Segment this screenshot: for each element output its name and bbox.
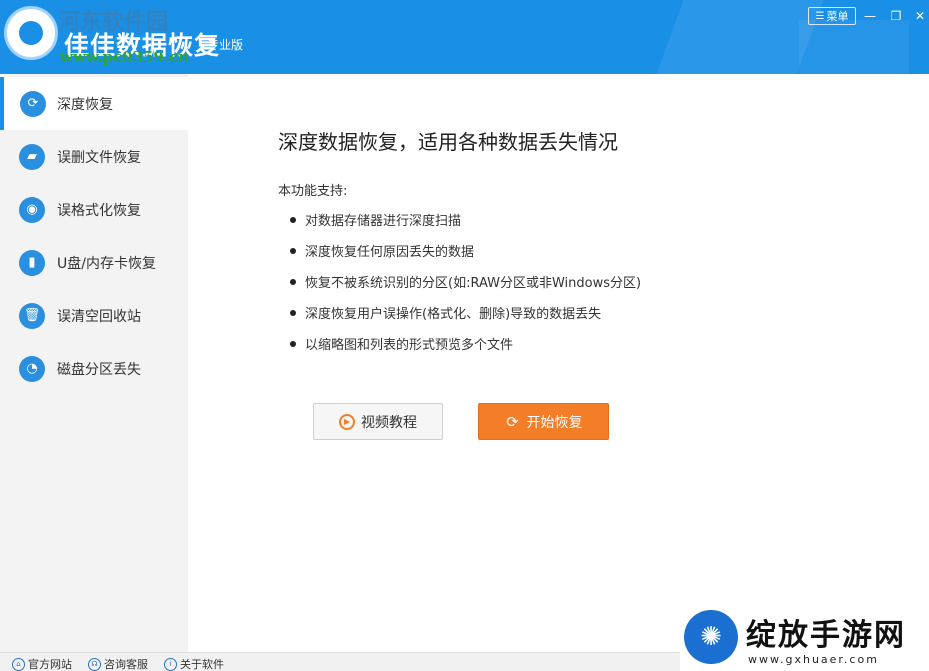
- menu-button[interactable]: ☰ 菜单: [808, 7, 856, 25]
- video-tutorial-button[interactable]: ▶ 视频教程: [313, 403, 443, 440]
- bullet-icon: [290, 340, 296, 347]
- feature-text: 深度恢复任何原因丢失的数据: [305, 245, 475, 260]
- watermark-badge: ✺ 绽放手游网 www.gxhuaer.com: [680, 606, 929, 671]
- sidebar-item-label: 误格式化恢复: [57, 202, 141, 219]
- minimize-button[interactable]: —: [860, 6, 880, 26]
- home-icon: ⌂: [12, 657, 25, 671]
- refresh-icon: ⟳: [506, 412, 519, 431]
- sidebar: ⟳ 深度恢复 ▰ 误删文件恢复 ◉ 误格式化恢复 ▮ U盘/内存卡恢复 🗑 误清…: [0, 74, 188, 652]
- disk-icon: ◉: [19, 196, 45, 223]
- feature-item: 对数据存储器进行深度扫描: [290, 210, 461, 229]
- bullet-icon: [290, 216, 296, 223]
- bullet-icon: [290, 247, 296, 254]
- title-bar: 河东软件园 佳佳数据恢复 专业版 www.pc0359.cn ☰ 菜单 — ❐ …: [0, 0, 929, 74]
- sidebar-item-format-recovery[interactable]: ◉ 误格式化恢复: [0, 183, 188, 236]
- usb-icon: ▮: [19, 249, 45, 276]
- play-icon: ▶: [339, 413, 355, 430]
- feature-item: 深度恢复用户误操作(格式化、删除)导致的数据丢失: [290, 303, 601, 322]
- bullet-icon: [290, 309, 296, 316]
- sidebar-item-label: 误清空回收站: [57, 308, 141, 325]
- watermark-url: www.pc0359.cn: [60, 48, 190, 66]
- start-recovery-button[interactable]: ⟳ 开始恢复: [478, 403, 609, 440]
- info-icon: i: [164, 657, 177, 671]
- footer-link-label: 关于软件: [180, 658, 224, 671]
- trash-icon: 🗑: [19, 302, 45, 329]
- feature-item: 恢复不被系统识别的分区(如:RAW分区或非Windows分区): [290, 272, 641, 291]
- support-label: 本功能支持:: [278, 184, 348, 199]
- start-button-label: 开始恢复: [526, 414, 583, 431]
- footer-link-label: 官方网站: [28, 658, 72, 671]
- menu-icon: ☰: [815, 10, 825, 22]
- watermark-url-bottom: www.gxhuaer.com: [748, 653, 879, 666]
- official-site-link[interactable]: ⌂ 官方网站: [12, 656, 72, 671]
- sidebar-item-partition-lost[interactable]: ◔ 磁盘分区丢失: [0, 342, 188, 395]
- sidebar-item-deep-recovery[interactable]: ⟳ 深度恢复: [0, 77, 188, 130]
- watermark-text: 绽放手游网: [746, 618, 906, 653]
- close-button[interactable]: ✕: [910, 6, 929, 26]
- refresh-icon: ⟳: [20, 90, 46, 117]
- main-panel: 深度数据恢复，适用各种数据丢失情况 本功能支持: 对数据存储器进行深度扫描 深度…: [188, 74, 929, 652]
- sidebar-item-label: 误删文件恢复: [57, 149, 141, 166]
- title-decoration: [799, 20, 909, 74]
- footer-link-label: 咨询客服: [104, 658, 148, 671]
- folder-icon: ▰: [19, 143, 45, 170]
- sidebar-item-label: 深度恢复: [57, 96, 113, 113]
- sidebar-item-recycle-bin[interactable]: 🗑 误清空回收站: [0, 289, 188, 342]
- restore-button[interactable]: ❐: [886, 6, 906, 26]
- bullet-icon: [290, 278, 296, 285]
- video-button-label: 视频教程: [361, 414, 417, 431]
- sidebar-item-deleted-files[interactable]: ▰ 误删文件恢复: [0, 130, 188, 183]
- feature-item: 深度恢复任何原因丢失的数据: [290, 241, 474, 260]
- sidebar-item-usb-card[interactable]: ▮ U盘/内存卡恢复: [0, 236, 188, 289]
- sidebar-item-label: U盘/内存卡恢复: [57, 255, 156, 272]
- feature-text: 恢复不被系统识别的分区(如:RAW分区或非Windows分区): [305, 276, 642, 291]
- feature-text: 深度恢复用户误操作(格式化、删除)导致的数据丢失: [305, 307, 602, 322]
- app-logo-icon: [4, 6, 58, 60]
- menu-label: 菜单: [826, 10, 849, 23]
- sidebar-item-label: 磁盘分区丢失: [57, 361, 141, 378]
- app-edition: 专业版: [207, 38, 244, 52]
- about-link[interactable]: i 关于软件: [164, 656, 224, 671]
- customer-service-link[interactable]: ☊ 咨询客服: [88, 656, 148, 671]
- octopus-logo-icon: ✺: [684, 610, 738, 664]
- feature-item: 以缩略图和列表的形式预览多个文件: [290, 334, 513, 353]
- feature-text: 以缩略图和列表的形式预览多个文件: [305, 338, 514, 353]
- feature-text: 对数据存储器进行深度扫描: [305, 214, 462, 229]
- headset-icon: ☊: [88, 657, 101, 671]
- pie-icon: ◔: [19, 355, 45, 382]
- page-title: 深度数据恢复，适用各种数据丢失情况: [278, 130, 618, 154]
